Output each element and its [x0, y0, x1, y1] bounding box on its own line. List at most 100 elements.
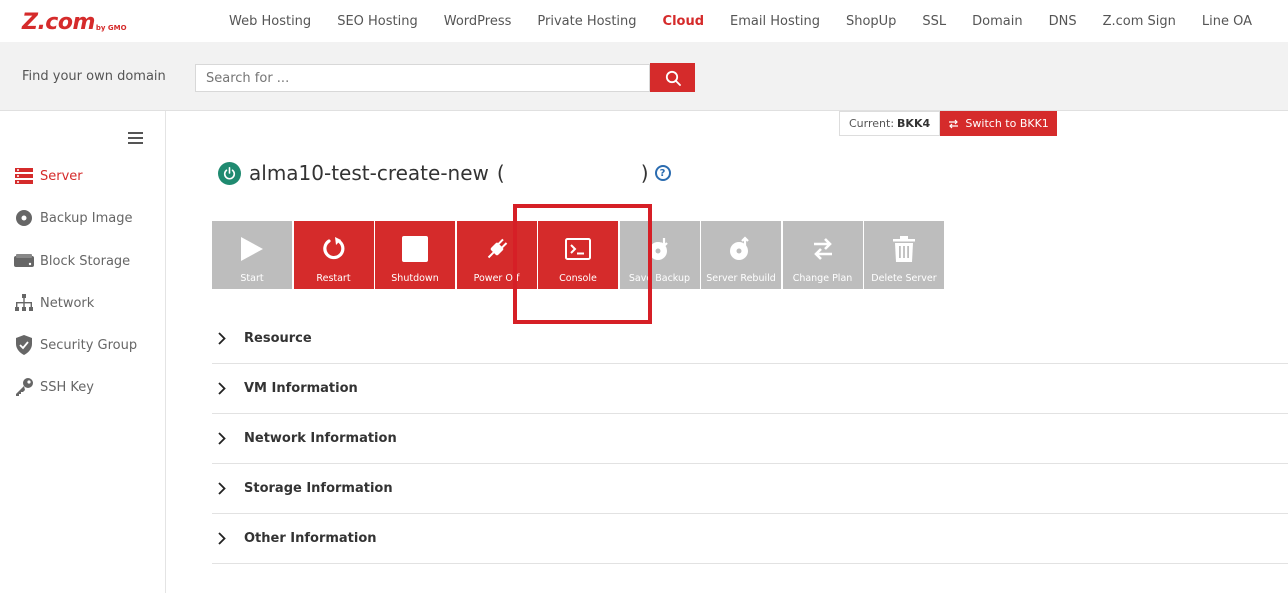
nav-item-domain[interactable]: Domain: [959, 14, 1035, 29]
key-icon: [14, 377, 34, 397]
rebuild-icon: [727, 235, 755, 263]
start-button[interactable]: Start: [212, 221, 292, 289]
domain-search-button[interactable]: [650, 63, 695, 92]
save-backup-button[interactable]: Save Backup: [619, 221, 700, 289]
power-status-icon: [218, 161, 241, 185]
server-ip-open-paren: (: [496, 161, 505, 185]
chevron-right-icon: [218, 532, 230, 545]
sidebar-item-label: Security Group: [40, 337, 138, 353]
power-off-button[interactable]: Power Off: [456, 221, 537, 289]
delete-server-button[interactable]: Delete Server: [864, 221, 944, 289]
sidebar-item-label: Network: [40, 295, 95, 311]
sidebar-item-block-storage[interactable]: Block Storage: [14, 251, 130, 271]
network-icon: [14, 293, 34, 313]
nav-menu: Web Hosting SEO Hosting WordPress Privat…: [216, 0, 1265, 42]
nav-item-cloud[interactable]: Cloud: [650, 14, 718, 29]
trash-icon: [890, 235, 918, 263]
nav-item-ssl[interactable]: SSL: [909, 14, 959, 29]
server-name: alma10-test-create-new: [249, 161, 489, 185]
restart-icon: [320, 235, 348, 263]
current-region: Current: BKK4: [839, 111, 941, 136]
server-icon: [14, 166, 34, 186]
action-label: Power Off: [473, 273, 520, 284]
sidebar-item-label: Backup Image: [40, 210, 133, 226]
switch-region-button[interactable]: Switch to BKK1: [940, 111, 1058, 136]
plug-icon: [483, 235, 511, 263]
action-label: Change Plan: [792, 273, 853, 284]
switch-region-label: Switch to BKK1: [965, 117, 1049, 130]
nav-item-shopup[interactable]: ShopUp: [833, 14, 909, 29]
sidebar-item-label: Block Storage: [40, 253, 131, 269]
section-vm-information[interactable]: VM Information: [212, 364, 1288, 414]
swap-icon: [809, 235, 837, 263]
server-title: alma10-test-create-new ( ) ?: [218, 159, 671, 187]
sidebar-item-server[interactable]: Server: [14, 166, 83, 186]
logo-text: Z.com: [22, 10, 95, 35]
hamburger-menu-icon[interactable]: [128, 132, 143, 144]
section-other-information[interactable]: Other Information: [212, 514, 1288, 564]
chevron-right-icon: [218, 432, 230, 445]
section-storage-information[interactable]: Storage Information: [212, 464, 1288, 514]
domain-search-bar: Find your own domain: [0, 42, 1288, 111]
action-label: Save Backup: [628, 273, 691, 284]
server-rebuild-button[interactable]: Server Rebuild: [701, 221, 781, 289]
action-label: Console: [559, 273, 597, 284]
section-label: Storage Information: [244, 481, 393, 496]
sidebar: Server Backup Image Block Storage Networ…: [0, 111, 166, 593]
switch-icon: [949, 119, 959, 128]
storage-icon: [14, 251, 34, 271]
restart-button[interactable]: Restart: [293, 221, 374, 289]
section-network-information[interactable]: Network Information: [212, 414, 1288, 464]
terminal-icon: [564, 235, 592, 263]
section-resource[interactable]: Resource: [212, 314, 1288, 364]
chevron-right-icon: [218, 332, 230, 345]
section-label: Resource: [244, 331, 312, 346]
nav-item-email-hosting[interactable]: Email Hosting: [717, 14, 833, 29]
server-detail-sections: Resource VM Information Network Informat…: [212, 314, 1288, 564]
change-plan-button[interactable]: Change Plan: [782, 221, 863, 289]
chevron-right-icon: [218, 382, 230, 395]
sidebar-item-backup-image[interactable]: Backup Image: [14, 208, 133, 228]
action-label: Delete Server: [871, 273, 937, 284]
help-icon[interactable]: ?: [654, 165, 671, 181]
domain-search-input[interactable]: [195, 64, 650, 92]
nav-item-wordpress[interactable]: WordPress: [431, 14, 525, 29]
sidebar-item-label: SSH Key: [40, 379, 94, 395]
sidebar-item-security-group[interactable]: Security Group: [14, 335, 137, 355]
find-domain-label: Find your own domain: [22, 69, 166, 84]
shield-icon: [14, 335, 34, 355]
nav-item-zcom-sign[interactable]: Z.com Sign: [1090, 14, 1189, 29]
nav-item-line-oa[interactable]: Line OA: [1189, 14, 1265, 29]
help-icon-glyph: ?: [659, 167, 666, 179]
play-icon: [238, 235, 266, 263]
sidebar-item-network[interactable]: Network: [14, 293, 94, 313]
action-label: Start: [240, 273, 264, 284]
section-label: Network Information: [244, 431, 397, 446]
top-navigation: Z.com by GMO Web Hosting SEO Hosting Wor…: [0, 0, 1288, 42]
action-label: Server Rebuild: [706, 273, 776, 284]
action-label: Restart: [316, 273, 351, 284]
current-region-value: BKK4: [897, 117, 931, 130]
console-button[interactable]: Console: [538, 221, 618, 289]
nav-item-private-hosting[interactable]: Private Hosting: [524, 14, 649, 29]
stop-icon: [401, 235, 429, 263]
server-actions: Start Restart Shutdown Power Off Console…: [212, 221, 946, 289]
section-label: VM Information: [244, 381, 358, 396]
section-label: Other Information: [244, 531, 377, 546]
search-icon: [665, 70, 681, 86]
sidebar-item-ssh-key[interactable]: SSH Key: [14, 377, 94, 397]
chevron-right-icon: [218, 482, 230, 495]
logo-subtext: by GMO: [95, 24, 127, 32]
current-region-label: Current:: [849, 117, 895, 130]
sidebar-item-label: Server: [40, 168, 83, 184]
zcom-logo[interactable]: Z.com by GMO: [22, 7, 127, 35]
nav-item-seo-hosting[interactable]: SEO Hosting: [324, 14, 431, 29]
shutdown-button[interactable]: Shutdown: [375, 221, 455, 289]
backup-icon: [646, 235, 674, 263]
action-label: Shutdown: [391, 273, 439, 284]
nav-item-dns[interactable]: DNS: [1036, 14, 1090, 29]
nav-item-web-hosting[interactable]: Web Hosting: [216, 14, 324, 29]
region-switcher: Current: BKK4 Switch to BKK1: [839, 111, 1058, 136]
server-ip-close-paren: ): [640, 161, 649, 185]
disc-icon: [14, 208, 34, 228]
